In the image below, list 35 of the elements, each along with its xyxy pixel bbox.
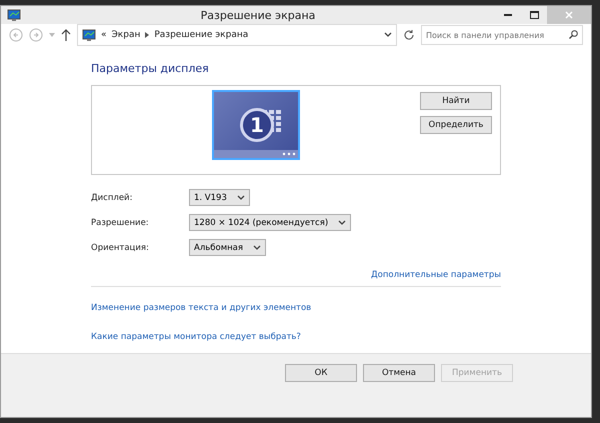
chevron-right-icon <box>145 32 150 38</box>
field-label: Дисплей: <box>91 192 134 203</box>
breadcrumb-item[interactable]: Разрешение экрана <box>154 30 248 40</box>
field-label: Разрешение: <box>91 218 150 228</box>
monitor-icon <box>7 8 21 22</box>
breadcrumb-overflow[interactable]: « <box>101 30 107 40</box>
maximize-icon <box>530 11 538 20</box>
advanced-settings-link[interactable]: Дополнительные параметры <box>370 270 501 280</box>
dropdown[interactable]: 1280 × 1024 (рекомендуется) <box>189 214 352 232</box>
dropdown[interactable]: Альбомная <box>189 239 266 256</box>
section-heading: Параметры дисплея <box>91 62 210 76</box>
help-link[interactable]: Изменение размеров текста и других элементов <box>91 303 312 314</box>
up-arrow-icon[interactable] <box>61 29 71 42</box>
dialog-button[interactable]: Отмена <box>363 364 435 382</box>
address-bar[interactable]: « Экран Разрешение экрана <box>77 24 397 46</box>
refresh-icon[interactable] <box>403 29 415 42</box>
address-dropdown-icon <box>384 32 392 38</box>
breadcrumb-item[interactable]: Экран <box>112 30 140 40</box>
monitor-icon <box>82 28 96 42</box>
search-field[interactable]: Поиск в панели управления <box>421 25 583 46</box>
chevron-down-icon <box>253 244 261 251</box>
chevron-down-icon <box>236 194 245 201</box>
panel-button[interactable]: Определить <box>420 116 492 134</box>
monitor-number: 1 <box>240 108 274 142</box>
search-icon[interactable] <box>569 30 578 40</box>
dialog-button[interactable]: ОК <box>285 364 357 382</box>
minimize-icon <box>504 14 512 16</box>
dropdown[interactable]: 1. V193 <box>189 189 250 206</box>
monitor-tile[interactable]: 1 <box>212 90 300 160</box>
chevron-down-icon <box>338 220 346 226</box>
window-title: Разрешение экрана <box>200 8 316 22</box>
help-link[interactable]: Какие параметры монитора следует выбрать? <box>91 332 301 342</box>
field-label: Ориентация: <box>91 242 150 253</box>
close-icon <box>565 11 573 20</box>
panel-button[interactable]: Найти <box>420 92 492 110</box>
